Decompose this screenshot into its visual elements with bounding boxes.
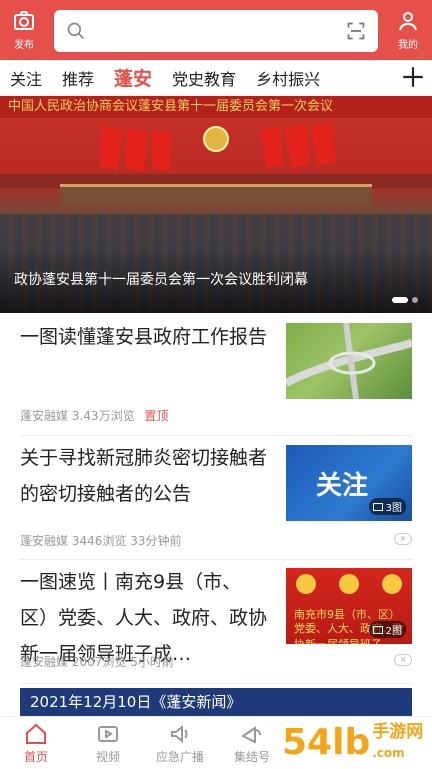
news-thumbnail: 南充市9县（市、区） 党委、人大、政府、政协新一届领导班子 2图	[286, 568, 412, 644]
carousel-dots	[392, 297, 418, 303]
news-source: 蓬安融媒	[20, 409, 69, 423]
dismiss-icon[interactable]: ×	[394, 533, 412, 545]
image-count: 2图	[385, 626, 402, 637]
pinned-badge: 置顶	[144, 409, 169, 423]
tab-follow[interactable]: 关注	[0, 66, 52, 90]
tab-rural[interactable]: 乡村振兴	[246, 66, 330, 90]
carousel-dot	[392, 297, 408, 303]
profile-button[interactable]: 我的	[384, 0, 432, 60]
scan-icon[interactable]	[346, 21, 366, 41]
news-time: 5小时前	[130, 655, 174, 669]
profile-label: 我的	[398, 40, 418, 51]
thumb-text: 关注	[316, 471, 369, 501]
banner-caption: 政协蓬安县第十一届委员会第一次会议胜利闭幕	[0, 249, 432, 313]
nav-assembly[interactable]: 集结号	[216, 717, 288, 769]
video-icon	[98, 725, 118, 742]
news-views: 3.43万浏览	[71, 409, 135, 423]
tab-recommend[interactable]: 推荐	[52, 66, 104, 90]
news-views: 2007浏览	[71, 655, 127, 669]
banner-headline: 中国人民政治协商会议蓬安县第十一届委员会第一次会议	[0, 96, 432, 118]
news-time: 33分钟前	[130, 534, 182, 548]
watermark-number: 54lb	[282, 721, 371, 763]
nav-broadcast-label: 应急广播	[155, 749, 204, 764]
site-watermark: 54lb 手游网 .com	[282, 716, 432, 768]
search-icon	[67, 22, 85, 40]
carousel-dot	[412, 297, 418, 303]
news-source: 蓬安融媒	[20, 534, 69, 548]
emblem	[203, 126, 229, 152]
news-program-strip[interactable]: 2021年12月10日《蓬安新闻》	[20, 688, 412, 716]
watermark-text: 手游网 .com	[372, 722, 423, 763]
tab-party-history[interactable]: 党史教育	[162, 66, 246, 90]
user-icon	[399, 12, 417, 31]
add-channel-icon[interactable]	[400, 64, 426, 90]
top-header: 发布 我的	[0, 0, 432, 60]
banner-caption-text: 政协蓬安县第十一届委员会第一次会议胜利闭幕	[14, 272, 308, 288]
news-thumbnail: 关注 3图	[286, 445, 412, 521]
home-icon	[26, 723, 46, 744]
news-meta: 蓬安融媒 3446浏览 33分钟前	[20, 532, 182, 549]
nav-home-label: 首页	[23, 749, 48, 764]
road-image	[286, 323, 412, 399]
channel-tabs: 关注 推荐 蓬安 党史教育 乡村振兴	[0, 60, 432, 96]
news-title: 关于寻找新冠肺炎密切接触者的密切接触者的公告	[20, 447, 268, 505]
nav-home[interactable]: 首页	[0, 717, 72, 769]
tab-pengan[interactable]: 蓬安	[104, 64, 162, 91]
nav-video[interactable]: 视频	[72, 717, 144, 769]
bugle-icon	[241, 725, 261, 744]
nav-assembly-label: 集结号	[233, 749, 270, 764]
banner-carousel[interactable]: 中国人民政治协商会议蓬安县第十一届委员会第一次会议 政协蓬安县第十一届委员会第一…	[0, 96, 432, 313]
dismiss-icon[interactable]: ×	[394, 654, 412, 666]
news-item[interactable]: 关于寻找新冠肺炎密切接触者的密切接触者的公告 关注 3图 蓬安融媒 3446浏览…	[20, 436, 412, 560]
watermark-brand: 手游网	[372, 721, 424, 742]
image-count-badge: 2图	[368, 621, 406, 638]
news-meta: 蓬安融媒 3.43万浏览 置顶	[20, 407, 168, 424]
image-icon	[372, 625, 383, 634]
news-meta: 蓬安融媒 2007浏览 5小时前	[20, 653, 174, 670]
broadcast-icon	[171, 724, 188, 743]
image-count-badge: 3图	[368, 498, 406, 515]
news-thumbnail	[286, 323, 412, 399]
image-count: 3图	[385, 503, 402, 514]
nav-video-label: 视频	[95, 749, 120, 764]
image-icon	[372, 502, 383, 511]
watermark-domain: .com	[372, 745, 405, 760]
camera-icon	[14, 11, 34, 30]
news-item[interactable]: 一图读懂蓬安县政府工作报告 蓬安融媒 3.43万浏览 置顶	[20, 313, 412, 436]
news-item[interactable]: 一图速览丨南充9县（市、区）党委、人大、政府、政协新一届领导班子成… 南充市9县…	[20, 560, 412, 684]
podium	[60, 184, 372, 206]
nav-broadcast[interactable]: 应急广播	[144, 717, 216, 769]
news-title: 一图读懂蓬安县政府工作报告	[20, 326, 268, 348]
publish-button[interactable]: 发布	[0, 0, 48, 60]
publish-label: 发布	[14, 40, 34, 51]
search-bar[interactable]	[54, 10, 378, 52]
emblem-row	[296, 574, 402, 594]
news-views: 3446浏览	[71, 534, 127, 548]
news-source: 蓬安融媒	[20, 655, 69, 669]
